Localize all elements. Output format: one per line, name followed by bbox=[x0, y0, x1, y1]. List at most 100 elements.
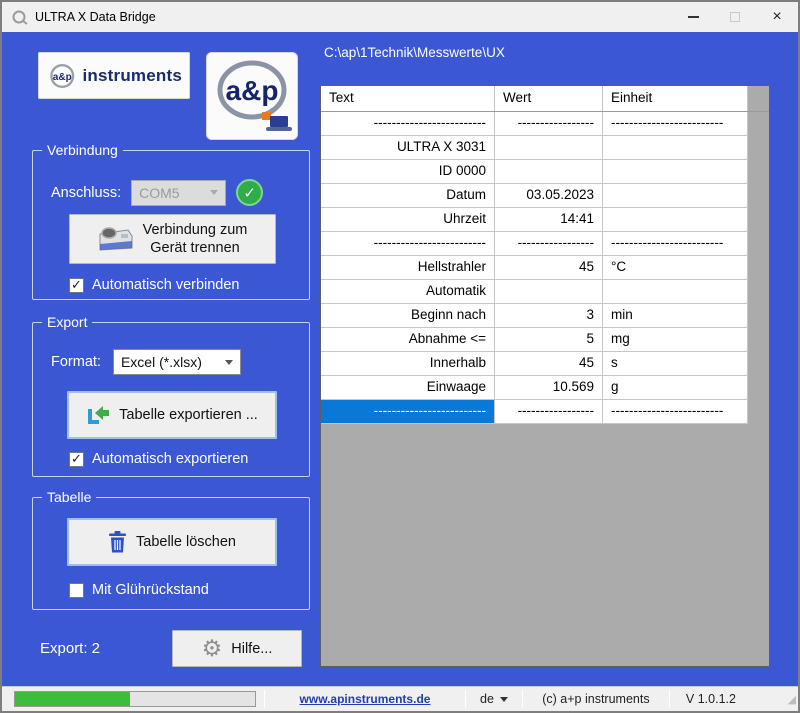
chevron-down-icon bbox=[225, 360, 233, 365]
maximize-icon bbox=[730, 12, 740, 22]
table-cell-text[interactable]: Uhrzeit bbox=[321, 208, 495, 232]
auto-connect-checkbox[interactable]: ✓ bbox=[69, 278, 84, 293]
brand-wordmark: instruments bbox=[83, 66, 183, 86]
table-cell-einheit[interactable]: ------------------------- bbox=[603, 400, 748, 424]
auto-export-checkbox[interactable]: ✓ bbox=[69, 452, 84, 467]
table-cell-einheit[interactable]: ------------------------- bbox=[603, 232, 748, 256]
table-cell-text[interactable]: Abnahme <= bbox=[321, 328, 495, 352]
statusbar-divider bbox=[669, 690, 670, 708]
table-cell-wert[interactable]: 5 bbox=[495, 328, 603, 352]
minimize-icon bbox=[688, 16, 699, 18]
minimize-button[interactable] bbox=[672, 2, 714, 32]
export-table-button[interactable]: Tabelle exportieren ... bbox=[67, 391, 277, 439]
auto-export-label: Automatisch exportieren bbox=[92, 451, 248, 467]
table-cell-text[interactable]: ULTRA X 3031 bbox=[321, 136, 495, 160]
table-cell-einheit[interactable]: g bbox=[603, 376, 748, 400]
disconnect-button[interactable]: Verbindung zum Gerät trennen bbox=[69, 214, 276, 264]
table-row-filler bbox=[748, 256, 769, 280]
language-value: de bbox=[480, 692, 494, 706]
table-cell-text[interactable]: ------------------------- bbox=[321, 232, 495, 256]
table-cell-einheit[interactable] bbox=[603, 280, 748, 304]
table-cell-einheit[interactable] bbox=[603, 160, 748, 184]
table-row-filler bbox=[748, 232, 769, 256]
table-cell-wert[interactable]: 03.05.2023 bbox=[495, 184, 603, 208]
table-cell-wert[interactable] bbox=[495, 160, 603, 184]
table-cell-text[interactable]: ID 0000 bbox=[321, 160, 495, 184]
chevron-down-icon bbox=[210, 190, 218, 195]
table-row-filler bbox=[748, 376, 769, 400]
resize-grip[interactable]: ◢ bbox=[788, 693, 796, 706]
table-cell-einheit[interactable] bbox=[603, 136, 748, 160]
svg-text:a&p: a&p bbox=[53, 71, 72, 82]
table-row: Einwaage10.569g bbox=[321, 376, 769, 400]
table-cell-einheit[interactable]: °C bbox=[603, 256, 748, 280]
table-row-filler bbox=[748, 304, 769, 328]
app-icon bbox=[11, 9, 28, 26]
anschluss-label: Anschluss: bbox=[51, 185, 121, 201]
gluh-label: Mit Glührückstand bbox=[92, 582, 209, 598]
table-row-filler bbox=[748, 208, 769, 232]
table-row-filler bbox=[748, 280, 769, 304]
table-cell-text[interactable]: Beginn nach bbox=[321, 304, 495, 328]
table-body: ----------------------------------------… bbox=[321, 112, 769, 424]
table-cell-einheit[interactable]: min bbox=[603, 304, 748, 328]
format-select[interactable]: Excel (*.xlsx) bbox=[113, 349, 241, 375]
table-row: ----------------------------------------… bbox=[321, 232, 769, 256]
table-cell-einheit[interactable]: ------------------------- bbox=[603, 112, 748, 136]
table-cell-text[interactable]: Einwaage bbox=[321, 376, 495, 400]
table-cell-wert[interactable] bbox=[495, 280, 603, 304]
language-select[interactable]: de bbox=[468, 692, 520, 706]
table-row: ID 0000 bbox=[321, 160, 769, 184]
close-button[interactable]: × bbox=[756, 2, 798, 32]
file-path: C:\ap\1Technik\Messwerte\UX bbox=[324, 45, 505, 60]
group-verbindung: Verbindung Anschluss: COM5 ✓ Verbindung … bbox=[32, 150, 310, 300]
table-row-filler bbox=[748, 328, 769, 352]
format-value: Excel (*.xlsx) bbox=[121, 354, 202, 370]
statusbar-divider bbox=[264, 690, 265, 708]
table-cell-text[interactable]: Innerhalb bbox=[321, 352, 495, 376]
table-row: Hellstrahler45°C bbox=[321, 256, 769, 280]
com-port-select[interactable]: COM5 bbox=[131, 180, 226, 206]
table-cell-wert[interactable]: ----------------- bbox=[495, 232, 603, 256]
maximize-button[interactable] bbox=[714, 2, 756, 32]
app-window: ULTRA X Data Bridge × a&p instruments a&… bbox=[0, 0, 800, 713]
progress-fill bbox=[15, 692, 130, 706]
table-row-filler bbox=[748, 184, 769, 208]
table-cell-wert[interactable]: 3 bbox=[495, 304, 603, 328]
gluh-checkbox[interactable] bbox=[69, 583, 84, 598]
group-export-label: Export bbox=[42, 314, 92, 330]
clear-table-button[interactable]: Tabelle löschen bbox=[67, 518, 277, 566]
table-row-filler bbox=[748, 136, 769, 160]
table-cell-text[interactable]: ------------------------- bbox=[321, 400, 495, 424]
table-cell-wert[interactable]: ----------------- bbox=[495, 400, 603, 424]
gear-icon: ⚙ bbox=[202, 637, 223, 660]
table-cell-einheit[interactable]: s bbox=[603, 352, 748, 376]
disconnect-button-label: Verbindung zum Gerät trennen bbox=[143, 221, 248, 257]
table-cell-einheit[interactable]: mg bbox=[603, 328, 748, 352]
help-button[interactable]: ⚙ Hilfe... bbox=[172, 630, 302, 667]
table-cell-text[interactable]: Datum bbox=[321, 184, 495, 208]
table-cell-wert[interactable]: 14:41 bbox=[495, 208, 603, 232]
table-row: ULTRA X 3031 bbox=[321, 136, 769, 160]
table-cell-text[interactable]: Automatik bbox=[321, 280, 495, 304]
website-link[interactable]: www.apinstruments.de bbox=[300, 692, 431, 706]
column-header-text[interactable]: Text bbox=[321, 86, 495, 111]
table-cell-einheit[interactable] bbox=[603, 184, 748, 208]
group-verbindung-label: Verbindung bbox=[42, 142, 123, 158]
column-header-einheit[interactable]: Einheit bbox=[603, 86, 748, 111]
column-header-wert[interactable]: Wert bbox=[495, 86, 603, 111]
table-cell-wert[interactable]: 10.569 bbox=[495, 376, 603, 400]
status-bar: www.apinstruments.de de (c) a+p instrume… bbox=[2, 686, 798, 711]
table-cell-wert[interactable]: ----------------- bbox=[495, 112, 603, 136]
table-cell-text[interactable]: Hellstrahler bbox=[321, 256, 495, 280]
statusbar-divider bbox=[522, 690, 523, 708]
table-row: Beginn nach3min bbox=[321, 304, 769, 328]
table-cell-wert[interactable]: 45 bbox=[495, 352, 603, 376]
table-cell-wert[interactable]: 45 bbox=[495, 256, 603, 280]
measurement-table: Text Wert Einheit ----------------------… bbox=[320, 85, 770, 667]
device-icon bbox=[98, 224, 134, 254]
table-cell-wert[interactable] bbox=[495, 136, 603, 160]
group-tabelle: Tabelle Tabelle löschen Mit Glührückstan… bbox=[32, 497, 310, 610]
table-cell-einheit[interactable] bbox=[603, 208, 748, 232]
table-cell-text[interactable]: ------------------------- bbox=[321, 112, 495, 136]
